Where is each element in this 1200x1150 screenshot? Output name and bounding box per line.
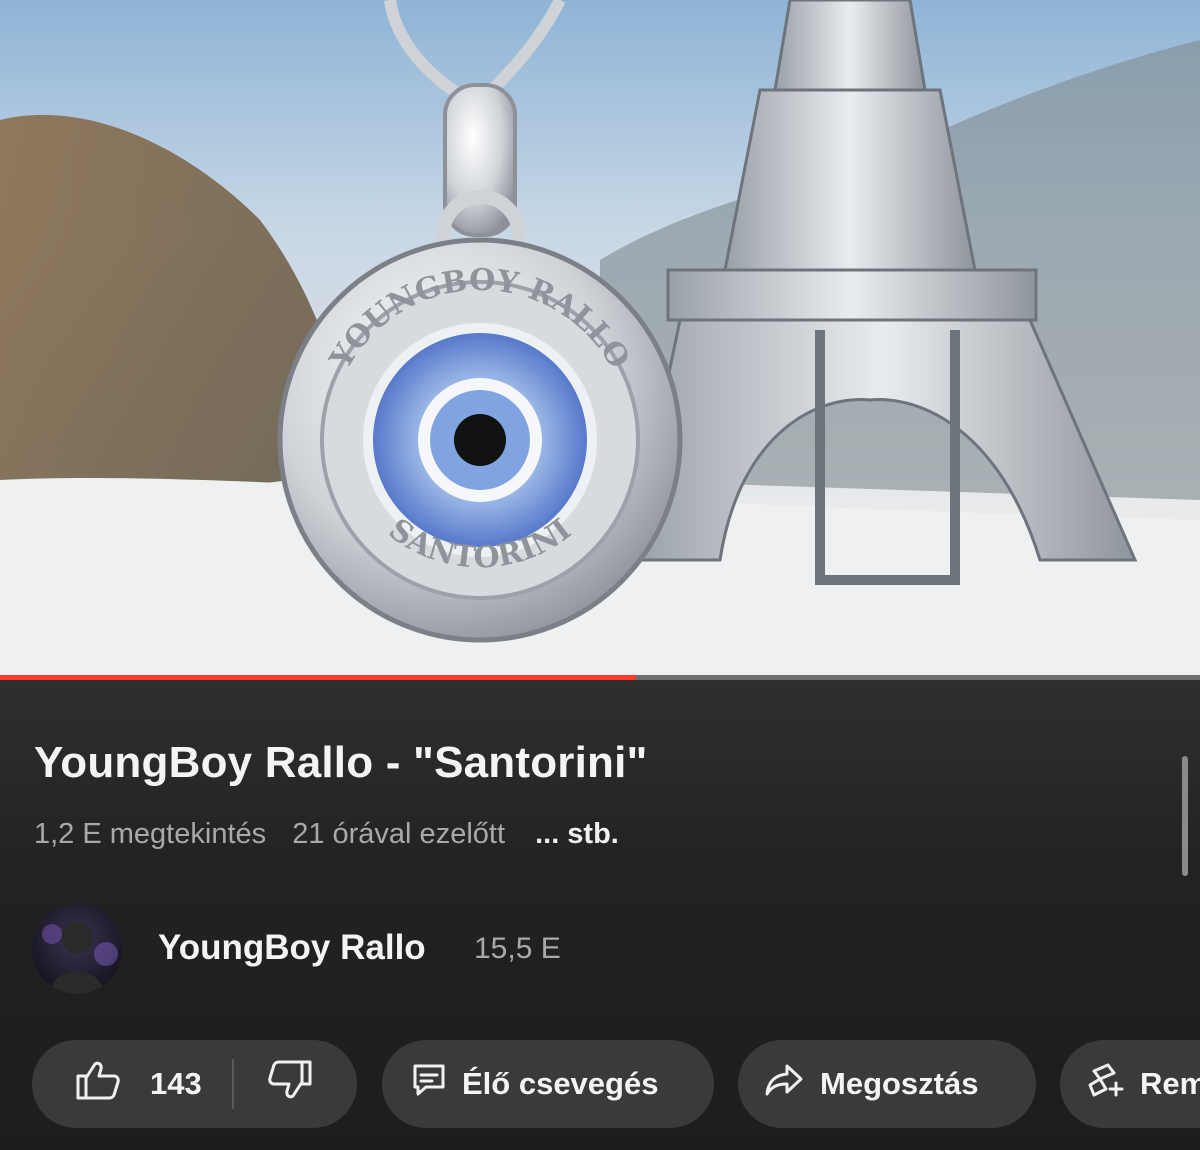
share-button[interactable]: Megosztás	[738, 1040, 1036, 1128]
live-chat-label: Élő csevegés	[462, 1066, 659, 1101]
share-label: Megosztás	[820, 1066, 979, 1101]
video-title: YoungBoy Rallo - "Santorini"	[34, 738, 648, 787]
remix-label: Rem	[1140, 1066, 1200, 1101]
subscriber-count: 15,5 E	[474, 932, 561, 965]
chat-icon	[412, 1063, 446, 1105]
remix-button[interactable]: Rem	[1060, 1040, 1200, 1128]
video-meta[interactable]: 1,2 E megtekintés 21 órával ezelőtt ... …	[34, 818, 637, 851]
scrollbar[interactable]	[1182, 756, 1188, 876]
like-divider	[231, 1059, 234, 1109]
like-button[interactable]: 143	[32, 1060, 202, 1108]
pendant: YOUNGBOY RALLO SANTORINI	[277, 237, 683, 643]
channel-name[interactable]: YoungBoy Rallo	[158, 928, 426, 968]
like-dislike-group: 143	[32, 1040, 357, 1128]
more-link[interactable]: ... stb.	[535, 818, 619, 850]
avatar[interactable]	[32, 904, 122, 994]
share-icon	[764, 1063, 804, 1105]
remix-icon	[1088, 1061, 1126, 1107]
dislike-button[interactable]	[267, 1060, 312, 1108]
live-chat-button[interactable]: Élő csevegés	[382, 1040, 714, 1128]
upload-age: 21 órával ezelőtt	[292, 818, 506, 850]
thumbs-up-icon	[76, 1060, 120, 1108]
view-count: 1,2 E megtekintés	[34, 818, 267, 850]
channel-row[interactable]: YoungBoy Rallo 15,5 E	[32, 904, 732, 994]
thumbs-down-icon	[267, 1060, 312, 1108]
video-player[interactable]: YOUNGBOY RALLO SANTORINI	[0, 0, 1200, 677]
video-thumbnail: YOUNGBOY RALLO SANTORINI	[0, 0, 1200, 677]
like-count: 143	[150, 1066, 202, 1101]
